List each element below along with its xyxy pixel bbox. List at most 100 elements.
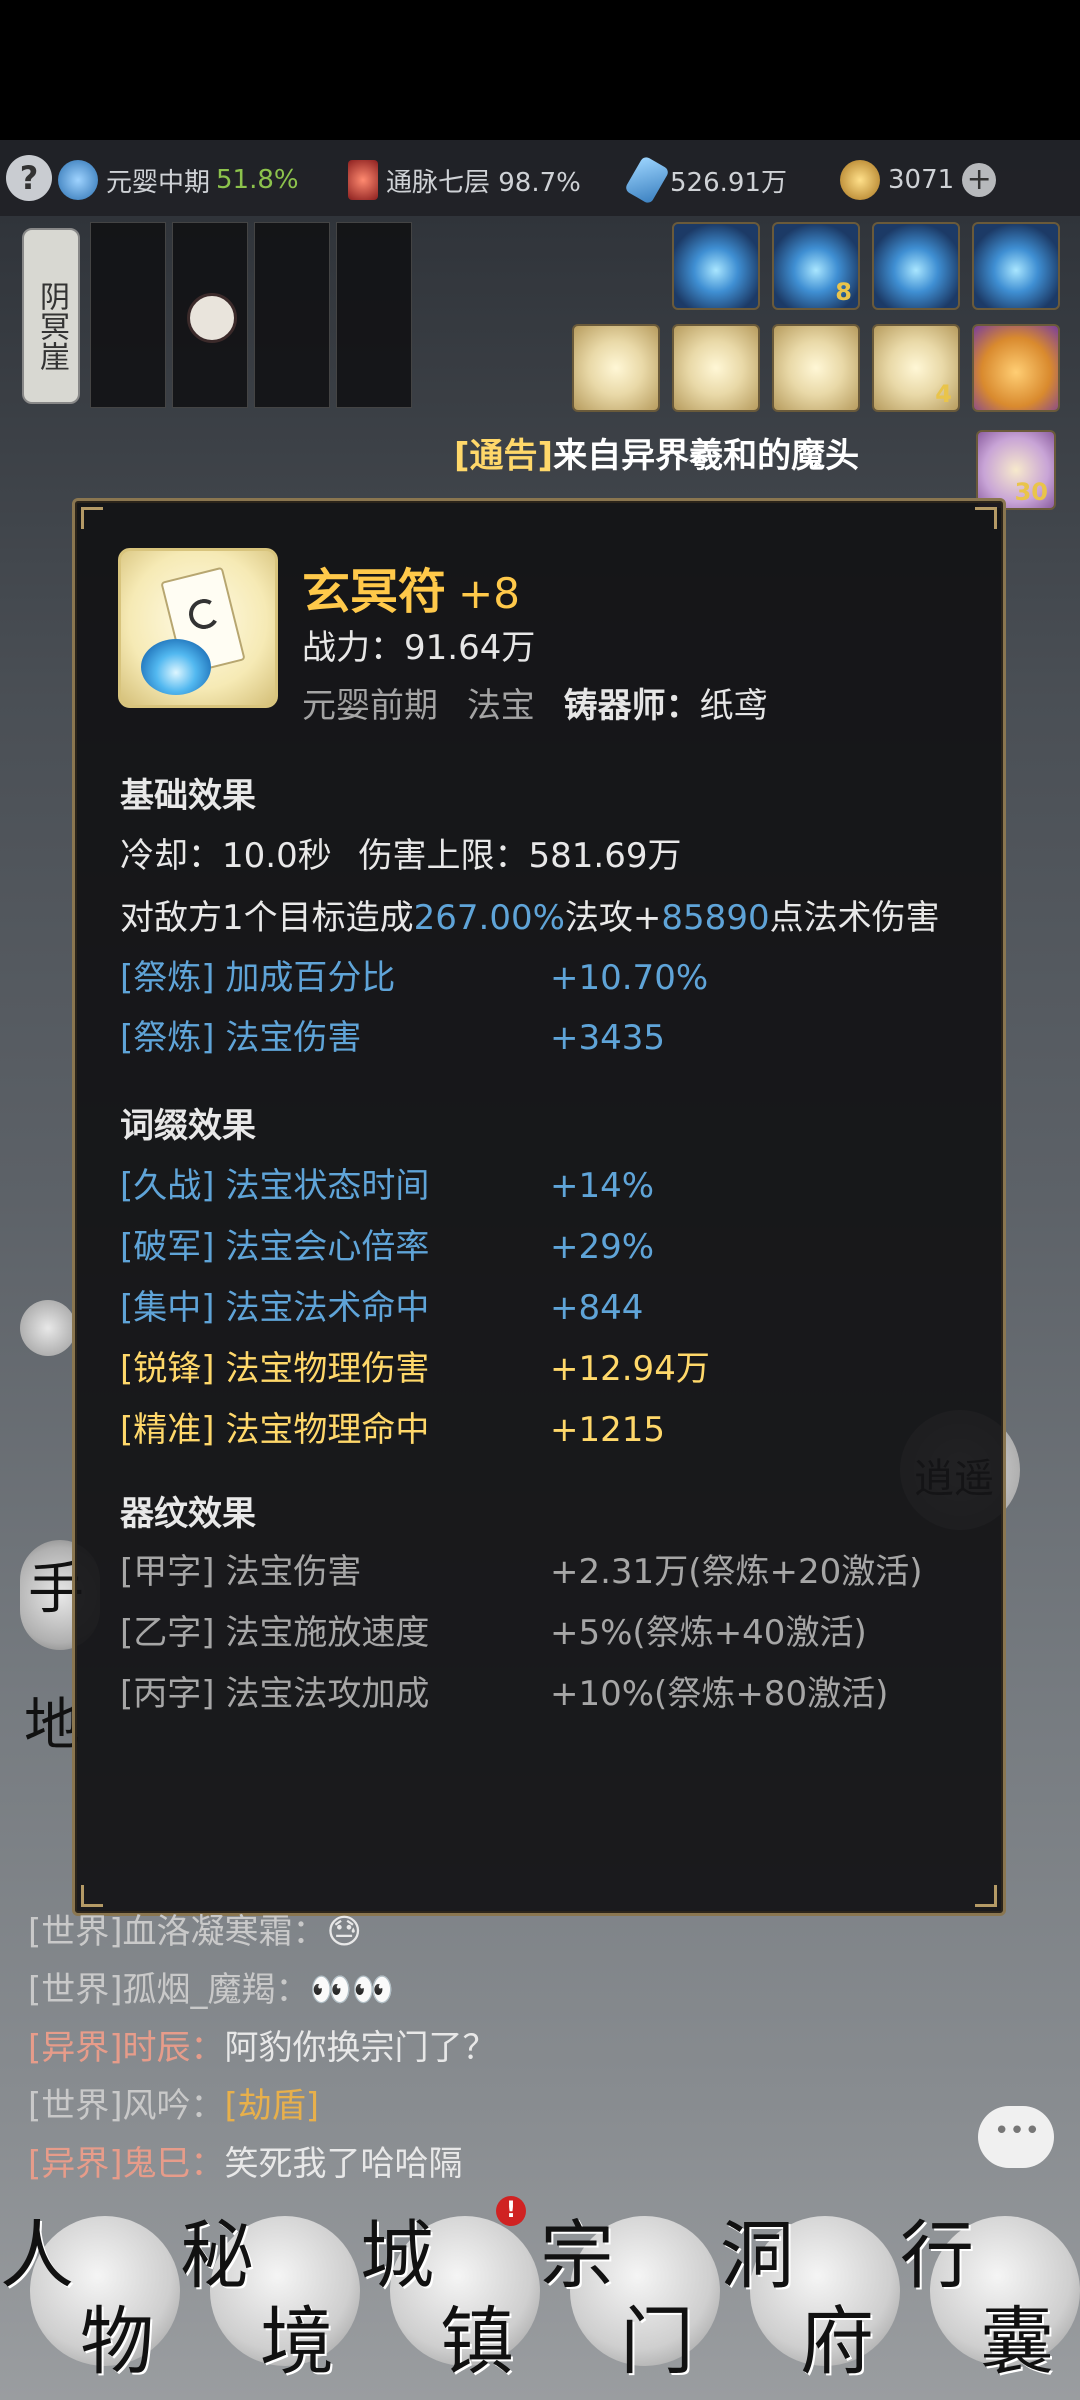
affix-row: [精准] 法宝物理命中 +1215 <box>120 1402 665 1451</box>
item-slot[interactable]: 4 <box>872 324 960 412</box>
chat-sender: 风吟： <box>122 2086 225 2126</box>
basic-value: +10.70% <box>550 958 709 998</box>
pattern-row: [甲字] 法宝伤害 +2.31万(祭炼+20激活) <box>120 1544 922 1593</box>
panel-corner <box>81 507 103 529</box>
nav-label-2: 囊 <box>980 2299 1054 2385</box>
notification-badge: ! <box>496 2196 526 2226</box>
affix-row: [久战] 法宝状态时间 +14% <box>120 1158 654 1207</box>
affix-label: [精准] 法宝物理命中 <box>120 1410 430 1450</box>
item-slot[interactable] <box>672 324 760 412</box>
nav-label-2: 门 <box>620 2299 694 2385</box>
realm-icon <box>58 160 98 200</box>
nav-button[interactable]: 秘境 <box>180 2196 360 2386</box>
desc-mid: 法攻+ <box>564 898 662 938</box>
item-slot[interactable] <box>772 324 860 412</box>
skill-slot[interactable] <box>672 222 760 310</box>
talisman-icon <box>118 548 278 708</box>
basic-description: 对敌方1个目标造成267.00%法攻+85890点法术伤害 <box>120 890 940 939</box>
team-slot[interactable] <box>336 222 412 408</box>
panel-corner <box>975 1885 997 1907</box>
announcement-text: 来自异界羲和的魔头 <box>553 436 860 476</box>
nav-label-1: 城 <box>360 2213 434 2299</box>
chat-sender: 鬼巳： <box>122 2144 225 2184</box>
chat-message[interactable]: [世界]孤烟_魔羯：👀👀 <box>28 1962 394 2011</box>
chat-channel: [世界] <box>28 1970 123 2010</box>
chat-channel: [异界] <box>28 2144 123 2184</box>
chat-button[interactable] <box>978 2106 1054 2168</box>
chat-sender: 时辰： <box>122 2028 225 2068</box>
location-tab[interactable]: 阴冥崖 <box>22 228 80 404</box>
affix-value: +14% <box>550 1166 655 1206</box>
chat-text: 👀👀 <box>309 1970 395 2010</box>
desc-pre: 对敌方1个目标造成 <box>120 898 414 938</box>
pattern-row: [乙字] 法宝施放速度 +5%(祭炼+40激活) <box>120 1605 867 1654</box>
nav-label-1: 宗 <box>540 2213 614 2299</box>
chat-message[interactable]: [异界]鬼巳：笑死我了哈哈隔 <box>28 2136 463 2185</box>
skill-slot[interactable] <box>872 222 960 310</box>
desc-pct: 267.00% <box>413 898 565 938</box>
team-slot[interactable] <box>90 222 166 408</box>
coin-count: 3071 <box>888 165 955 195</box>
pattern-label: [乙字] 法宝施放速度 <box>120 1613 430 1653</box>
maker-label: 铸器师： <box>563 686 700 726</box>
maker-name: 纸鸢 <box>699 686 768 726</box>
chat-message[interactable]: [异界]时辰：阿豹你换宗门了？ <box>28 2020 497 2069</box>
coin-stat[interactable]: 3071 + <box>840 160 997 200</box>
item-realm: 元婴前期 <box>302 686 438 726</box>
skill-count: 8 <box>835 278 852 306</box>
chat-channel: [世界] <box>28 2086 123 2126</box>
affix-row: [破军] 法宝会心倍率 +29% <box>120 1219 654 1268</box>
team-slot[interactable] <box>254 222 330 408</box>
affix-value: +12.94万 <box>550 1349 710 1389</box>
basic-value: +3435 <box>550 1018 666 1058</box>
chat-text: 笑死我了哈哈隔 <box>224 2144 463 2184</box>
nav-label-2: 境 <box>260 2299 334 2385</box>
nav-label-1: 行 <box>900 2213 974 2299</box>
team-slot[interactable] <box>172 222 248 408</box>
item-slot[interactable] <box>572 324 660 412</box>
pattern-value: +5%(祭炼+40激活) <box>550 1613 867 1653</box>
chat-channel: [异界] <box>28 2028 123 2068</box>
item-meta: 元婴前期 法宝 铸器师：纸鸢 <box>302 678 768 727</box>
nav-button[interactable]: 行囊 <box>900 2196 1080 2386</box>
announcement-tag: [通告] <box>454 436 554 476</box>
realm-text: 元婴中期 <box>106 167 211 198</box>
item-count: 4 <box>935 380 952 408</box>
nav-label-2: 物 <box>80 2299 154 2385</box>
item-slot[interactable] <box>972 324 1060 412</box>
coin-icon <box>840 160 880 200</box>
affix-value: +1215 <box>550 1410 666 1450</box>
announcement-banner[interactable]: [通告]来自异界羲和的魔头 <box>454 428 859 477</box>
realm-pct: 51.8% <box>216 165 299 195</box>
chat-sender: 孤烟_魔羯： <box>122 1970 310 2010</box>
basic-label: [祭炼] 法宝伤害 <box>120 1018 362 1058</box>
affix-value: +844 <box>550 1288 644 1328</box>
chat-toggle-button[interactable] <box>20 1300 76 1356</box>
desc-num: 85890 <box>661 898 770 938</box>
nav-button[interactable]: 人物 <box>0 2196 180 2386</box>
meridian-stat[interactable]: 通脉七层 98.7% <box>348 160 581 200</box>
desc-post: 点法术伤害 <box>769 898 940 938</box>
character-avatar <box>187 293 237 343</box>
item-name: 玄冥符 <box>302 564 447 620</box>
item-level: +8 <box>458 569 520 618</box>
meridian-icon <box>348 160 378 200</box>
power-label: 战力： <box>302 628 404 668</box>
pattern-row: [丙字] 法宝法攻加成 +10%(祭炼+80激活) <box>120 1666 888 1715</box>
pattern-value: +2.31万(祭炼+20激活) <box>550 1552 923 1592</box>
realm-stat[interactable]: 元婴中期 51.8% <box>58 160 299 200</box>
spirit-stone-stat[interactable]: 526.91万 <box>624 155 787 205</box>
affix-effects-title: 词缀效果 <box>120 1106 256 1146</box>
help-button[interactable]: ? <box>6 155 52 201</box>
skill-slot[interactable]: 8 <box>772 222 860 310</box>
nav-button[interactable]: 宗门 <box>540 2196 720 2386</box>
chat-sender: 血洛凝寒霜： <box>122 1912 327 1952</box>
affix-label: [破军] 法宝会心倍率 <box>120 1227 430 1267</box>
chat-message[interactable]: [世界]风吟：[劫盾] <box>28 2078 319 2127</box>
chat-message[interactable]: [世界]血洛凝寒霜：😓 <box>28 1904 362 1953</box>
cooldown-text: 冷却：10.0秒 <box>120 836 332 876</box>
nav-button[interactable]: 洞府 <box>720 2196 900 2386</box>
chat-text: [劫盾] <box>224 2086 320 2126</box>
add-coin-button[interactable]: + <box>962 163 997 197</box>
skill-slot[interactable] <box>972 222 1060 310</box>
